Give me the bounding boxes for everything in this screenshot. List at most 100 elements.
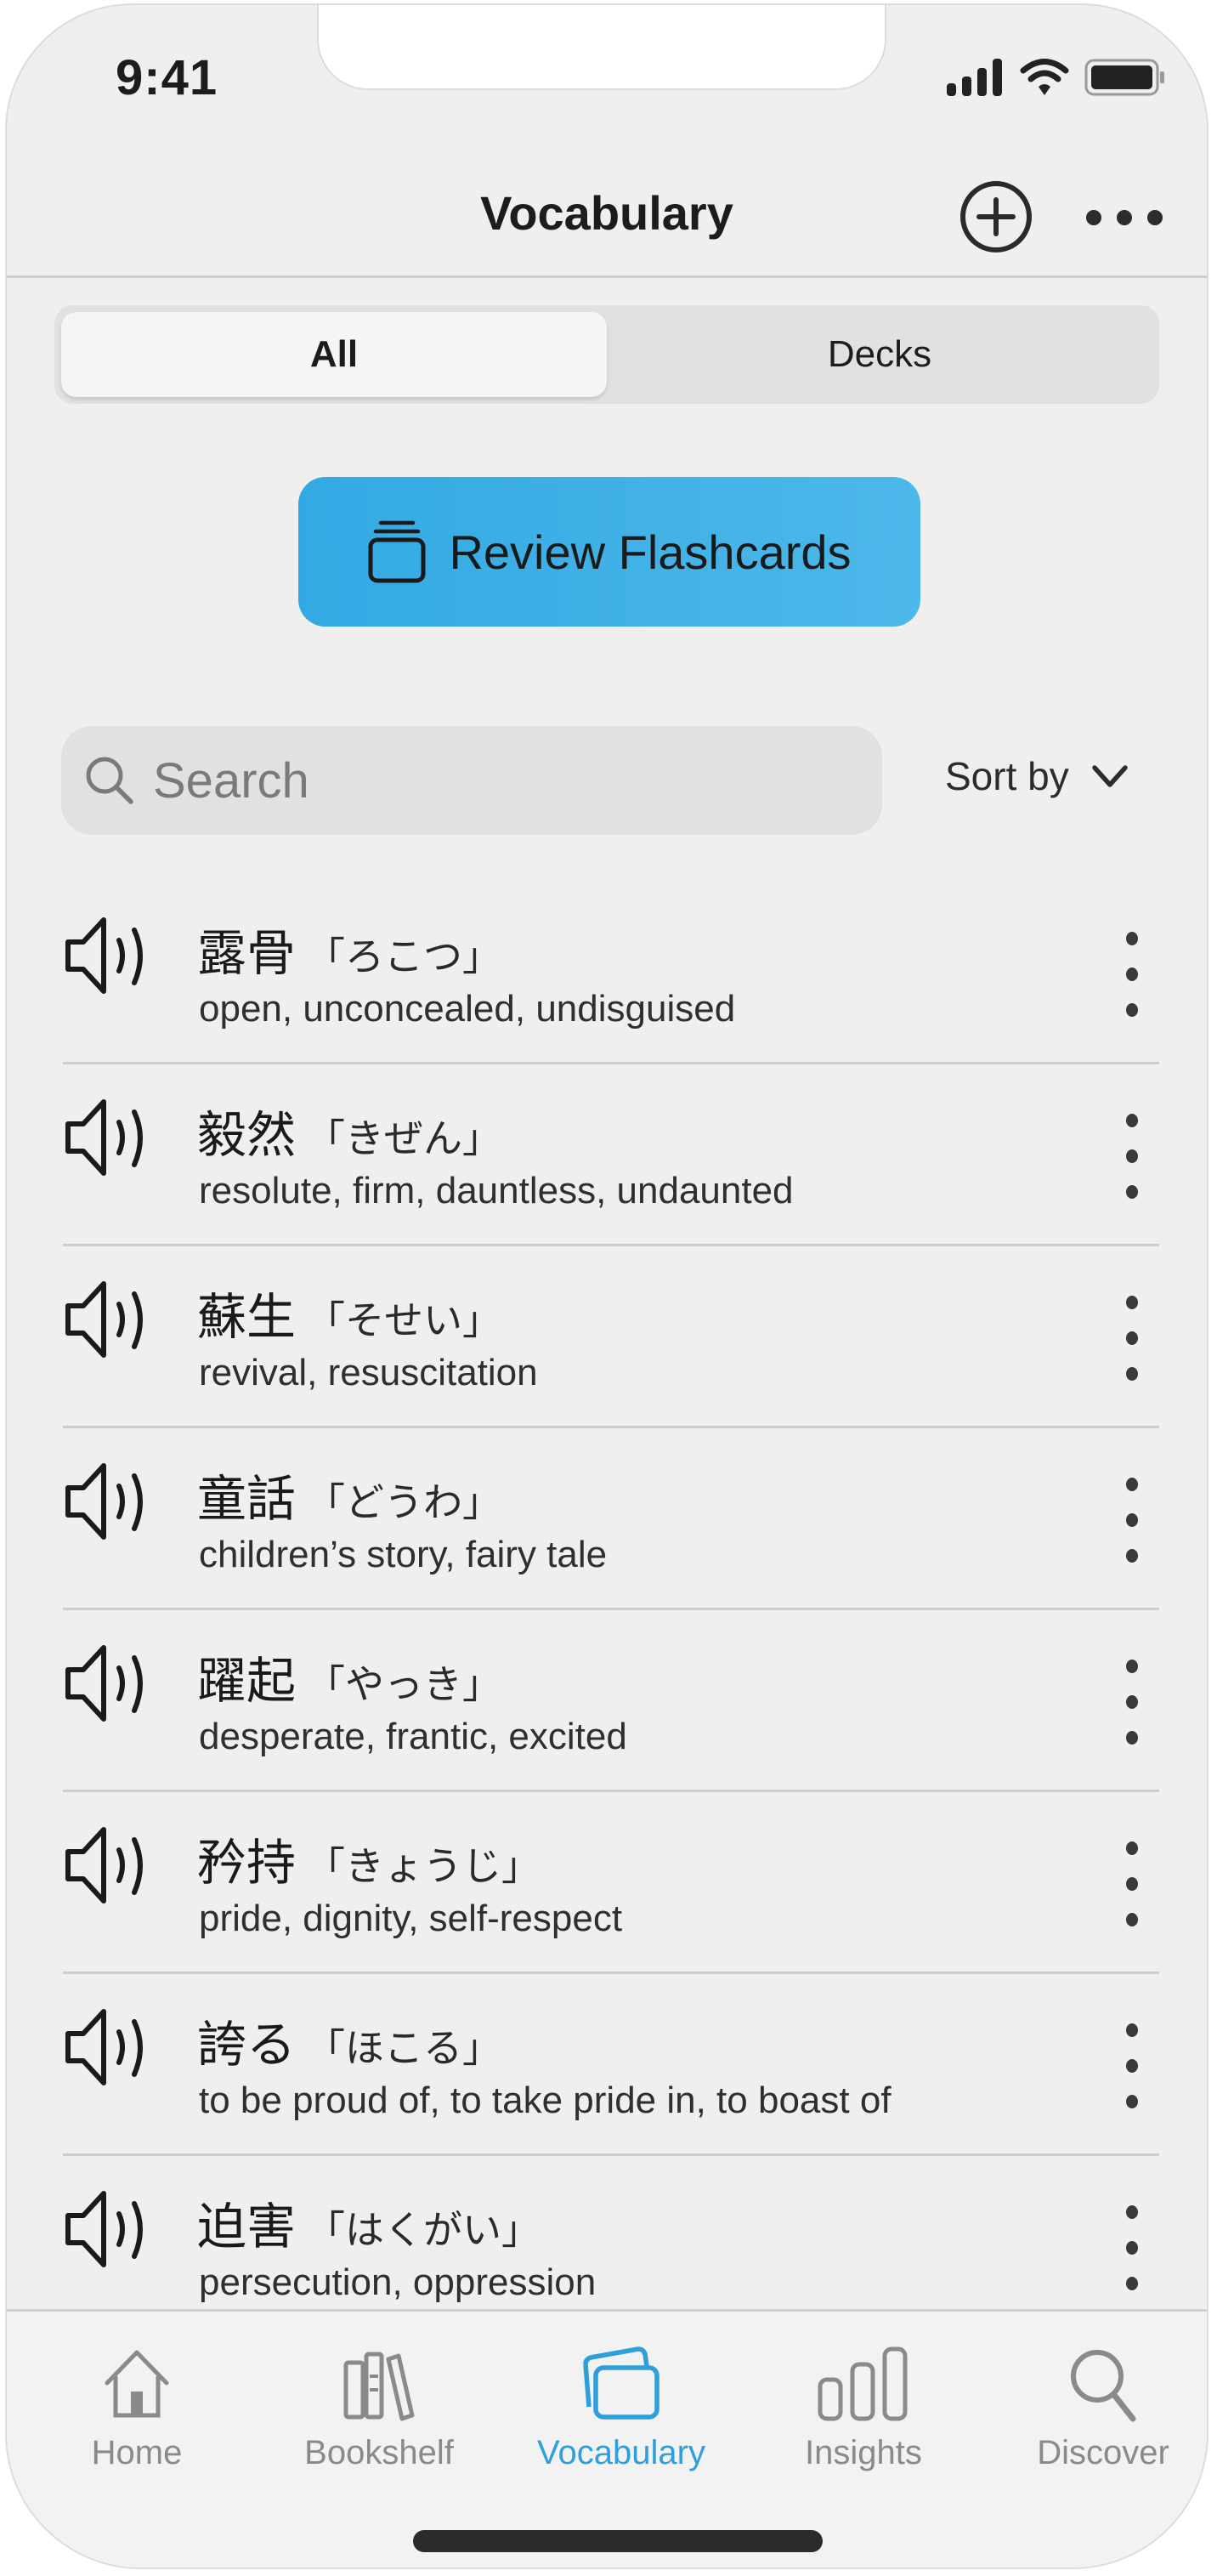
ellipsis-dot: [1126, 2277, 1138, 2290]
tab-insights[interactable]: Insights: [766, 2346, 961, 2472]
term-line: 矜持 「きょうじ」: [197, 1823, 541, 1894]
vocabulary-row[interactable]: 躍起 「やっき」 desperate, frantic, excited: [63, 1610, 1159, 1792]
ellipsis-dot: [1126, 1296, 1138, 1309]
vocab-meaning: revival, resuscitation: [199, 1352, 538, 1393]
row-more-button[interactable]: [1117, 1478, 1147, 1563]
vocab-term: 誇る: [197, 2016, 297, 2074]
plus-circle-icon: [960, 181, 1032, 252]
ellipsis-dot: [1126, 1331, 1138, 1345]
play-pronunciation-button[interactable]: [63, 1097, 156, 1178]
add-word-button[interactable]: [959, 179, 1033, 254]
speaker-icon: [65, 1645, 143, 1722]
vocab-reading: 「やっき」: [306, 1661, 502, 1707]
more-options-button[interactable]: [1086, 196, 1163, 239]
vocabulary-row[interactable]: 矜持 「きょうじ」 pride, dignity, self-respect: [63, 1792, 1159, 1974]
tab-home[interactable]: Home: [39, 2346, 235, 2472]
search-input[interactable]: [153, 752, 850, 809]
row-more-button[interactable]: [1117, 2205, 1147, 2290]
term-line: 蘇生 「そせい」: [197, 1277, 501, 1348]
vocab-term: 迫害: [197, 2198, 297, 2255]
ellipsis-dot: [1126, 1731, 1138, 1745]
play-pronunciation-button[interactable]: [63, 1824, 156, 1906]
ellipsis-dot: [1126, 1003, 1138, 1017]
play-pronunciation-button[interactable]: [63, 1461, 156, 1542]
tab-discover[interactable]: Discover: [1005, 2346, 1201, 2472]
bar-chart-icon: [818, 2346, 908, 2421]
vocabulary-list: 露骨 「ろこつ」 open, unconcealed, undisguised 毅然「…: [7, 882, 1207, 2338]
vocab-reading: 「きょうじ」: [306, 1843, 541, 1889]
review-flashcards-label: Review Flashcards: [449, 525, 852, 579]
ellipsis-dot: [1126, 932, 1138, 945]
row-more-button[interactable]: [1117, 1841, 1147, 1926]
vocab-meaning: to be proud of, to take pride in, to boa…: [199, 2080, 892, 2121]
ellipsis-dot: [1126, 967, 1138, 981]
term-line: 躍起 「やっき」: [197, 1641, 501, 1712]
play-pronunciation-button[interactable]: [63, 2006, 156, 2088]
row-more-button[interactable]: [1117, 1296, 1147, 1381]
vocab-reading: 「ほこる」: [306, 2025, 502, 2071]
ellipsis-dot: [1126, 1877, 1138, 1891]
row-more-button[interactable]: [1117, 932, 1147, 1017]
search-icon: [86, 757, 133, 804]
tab-bookshelf[interactable]: Bookshelf: [281, 2346, 477, 2472]
ellipsis-dot: [1126, 1513, 1138, 1527]
home-indicator[interactable]: [413, 2530, 823, 2552]
home-icon: [105, 2350, 169, 2418]
ellipsis-dot: [1126, 1913, 1138, 1926]
play-pronunciation-button[interactable]: [63, 2188, 156, 2270]
ellipsis-dot: [1126, 2023, 1138, 2037]
tab-label: Discover: [1037, 2434, 1169, 2471]
sort-by-button[interactable]: Sort by: [945, 753, 1129, 799]
row-more-button[interactable]: [1117, 1660, 1147, 1745]
flashcards-icon: [583, 2346, 659, 2420]
vocab-meaning: open, unconcealed, undisguised: [199, 988, 736, 1030]
term-line: 毅然 「きぜん」: [197, 1095, 501, 1166]
bookshelf-icon: [343, 2352, 415, 2421]
tab-vocabulary[interactable]: Vocabulary: [524, 2346, 719, 2472]
vocab-meaning: persecution, oppression: [199, 2261, 597, 2303]
phone-screen: 9:41 Vocabulary All Decks Review Flashca…: [5, 3, 1209, 2569]
cellular-signal-icon: [947, 59, 1002, 96]
ellipsis-dot: [1126, 1841, 1138, 1855]
ellipsis-dot: [1126, 1695, 1138, 1709]
play-pronunciation-button[interactable]: [63, 1643, 156, 1724]
vocab-term: 蘇生: [197, 1288, 297, 1346]
vocab-term: 露骨: [197, 924, 297, 982]
vocab-reading: 「そせい」: [306, 1297, 502, 1343]
vocabulary-row[interactable]: 童話 「どうわ」 children’s story, fairy tale: [63, 1428, 1159, 1610]
sort-by-label: Sort by: [945, 754, 1069, 798]
vocab-meaning: pride, dignity, self-respect: [199, 1898, 623, 1939]
search-icon: [1071, 2350, 1136, 2422]
row-more-button[interactable]: [1117, 1114, 1147, 1199]
status-icons: [945, 58, 1166, 97]
vocab-reading: 「どうわ」: [306, 1479, 502, 1525]
row-more-button[interactable]: [1117, 2023, 1147, 2108]
vocabulary-row[interactable]: 露骨 「ろこつ」 open, unconcealed, undisguised: [63, 882, 1159, 1064]
segment-all[interactable]: All: [61, 312, 607, 397]
term-line: 迫害 「はくがい」: [197, 2187, 541, 2258]
term-line: 誇る 「ほこる」: [197, 2005, 501, 2076]
speaker-icon: [65, 2009, 143, 2085]
vocabulary-row[interactable]: 誇る 「ほこる」 to be proud of, to take pride in,…: [63, 1974, 1159, 2156]
play-pronunciation-button[interactable]: [63, 1279, 156, 1360]
tab-label: Bookshelf: [304, 2434, 454, 2471]
nav-divider: [7, 275, 1207, 278]
speaker-icon: [65, 1463, 143, 1540]
speaker-icon: [65, 1827, 143, 1904]
vocab-meaning: children’s story, fairy tale: [199, 1534, 608, 1575]
chevron-down-icon: [1091, 765, 1128, 787]
speaker-icon: [65, 917, 143, 994]
play-pronunciation-button[interactable]: [63, 915, 156, 996]
vocabulary-row[interactable]: 蘇生 「そせい」 revival, resuscitation: [63, 1246, 1159, 1428]
speaker-icon: [65, 1281, 143, 1358]
vocabulary-row[interactable]: 毅然 「きぜん」 resolute, firm, dauntless, undaun…: [63, 1064, 1159, 1246]
ellipsis-dot: [1126, 1185, 1138, 1199]
review-flashcards-button[interactable]: Review Flashcards: [298, 477, 920, 627]
ellipsis-dot: [1086, 210, 1101, 225]
ellipsis-dot: [1126, 1549, 1138, 1563]
vocab-term: 矜持: [197, 1834, 297, 1892]
search-field[interactable]: [61, 726, 882, 835]
vocab-reading: 「きぜん」: [306, 1115, 502, 1161]
segment-decks[interactable]: Decks: [607, 312, 1152, 397]
speaker-icon: [65, 1099, 143, 1176]
